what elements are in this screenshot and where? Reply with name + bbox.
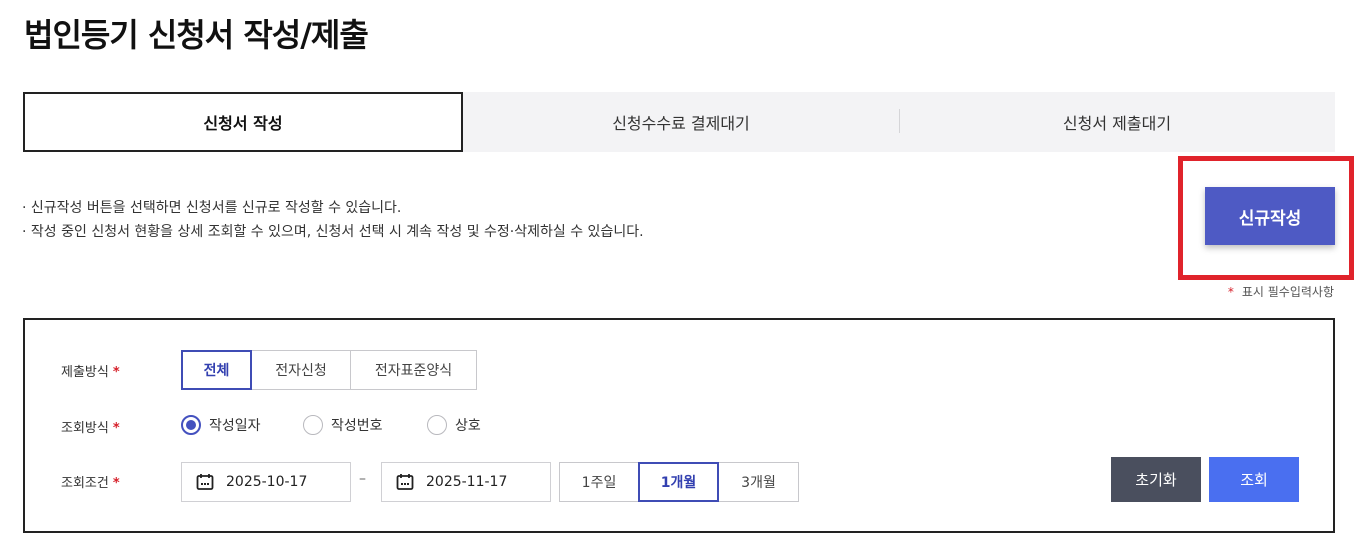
reset-button[interactable]: 초기화 bbox=[1111, 457, 1201, 502]
period-1-month-button[interactable]: 1개월 bbox=[638, 462, 719, 502]
query-condition-label-text: 조회조건 bbox=[61, 476, 109, 491]
radio-circle bbox=[427, 415, 447, 435]
submit-method-toggle: 전체 전자신청 전자표준양식 bbox=[181, 350, 477, 390]
radio-circle bbox=[181, 415, 201, 435]
tab-submission-pending[interactable]: 신청서 제출대기 bbox=[899, 92, 1335, 152]
tab-bar: 신청서 작성 신청수수료 결제대기 신청서 제출대기 bbox=[23, 92, 1335, 152]
required-note: * 표시 필수입력사항 bbox=[1228, 283, 1334, 300]
radio-label: 작성번호 bbox=[331, 418, 383, 434]
required-note-text: 표시 필수입력사항 bbox=[1241, 285, 1334, 299]
radio-by-date[interactable]: 작성일자 bbox=[181, 415, 261, 435]
required-star: * bbox=[112, 365, 120, 380]
end-date-value: 2025-11-17 bbox=[426, 474, 508, 490]
page-title: 법인등기 신청서 작성/제출 bbox=[24, 16, 369, 54]
query-condition-label: 조회조건 * bbox=[61, 472, 120, 491]
submit-method-electronic-button[interactable]: 전자신청 bbox=[251, 350, 351, 390]
query-method-label-text: 조회방식 bbox=[61, 421, 109, 436]
period-3-months-button[interactable]: 3개월 bbox=[718, 462, 799, 502]
end-date-input[interactable]: 2025-11-17 bbox=[381, 462, 551, 502]
query-method-label: 조회방식 * bbox=[61, 417, 120, 436]
radio-circle bbox=[303, 415, 323, 435]
tab-application-write[interactable]: 신청서 작성 bbox=[23, 92, 463, 152]
tab-fee-payment-pending[interactable]: 신청수수료 결제대기 bbox=[463, 92, 899, 152]
submit-method-label: 제출방식 * bbox=[61, 361, 120, 380]
required-star: * bbox=[112, 421, 120, 436]
calendar-icon bbox=[196, 474, 214, 490]
start-date-value: 2025-10-17 bbox=[226, 474, 308, 490]
search-button[interactable]: 조회 bbox=[1209, 457, 1299, 502]
submit-method-label-text: 제출방식 bbox=[61, 365, 109, 380]
submit-method-standard-form-button[interactable]: 전자표준양식 bbox=[350, 350, 477, 390]
required-star: * bbox=[112, 476, 120, 491]
radio-label: 상호 bbox=[455, 418, 481, 434]
radio-label: 작성일자 bbox=[209, 418, 261, 434]
new-application-button[interactable]: 신규작성 bbox=[1205, 187, 1335, 245]
radio-by-company-name[interactable]: 상호 bbox=[427, 415, 481, 435]
date-range-separator: – bbox=[359, 471, 366, 487]
radio-by-number[interactable]: 작성번호 bbox=[303, 415, 383, 435]
notice-line-1: · 신규작성 버튼을 선택하면 신청서를 신규로 작성할 수 있습니다. bbox=[22, 200, 402, 216]
search-panel: 제출방식 * 전체 전자신청 전자표준양식 조회방식 * 작성일자 작성번호 상호 … bbox=[23, 318, 1335, 533]
calendar-icon bbox=[396, 474, 414, 490]
period-1-week-button[interactable]: 1주일 bbox=[559, 462, 639, 502]
notice-line-2: · 작성 중인 신청서 현황을 상세 조회할 수 있으며, 신청서 선택 시 계… bbox=[22, 224, 644, 240]
submit-method-all-button[interactable]: 전체 bbox=[181, 350, 252, 390]
required-star: * bbox=[1227, 285, 1234, 299]
period-toggle: 1주일 1개월 3개월 bbox=[559, 462, 799, 502]
start-date-input[interactable]: 2025-10-17 bbox=[181, 462, 351, 502]
notice-text: · 신규작성 버튼을 선택하면 신청서를 신규로 작성할 수 있습니다. · 작… bbox=[22, 196, 644, 244]
